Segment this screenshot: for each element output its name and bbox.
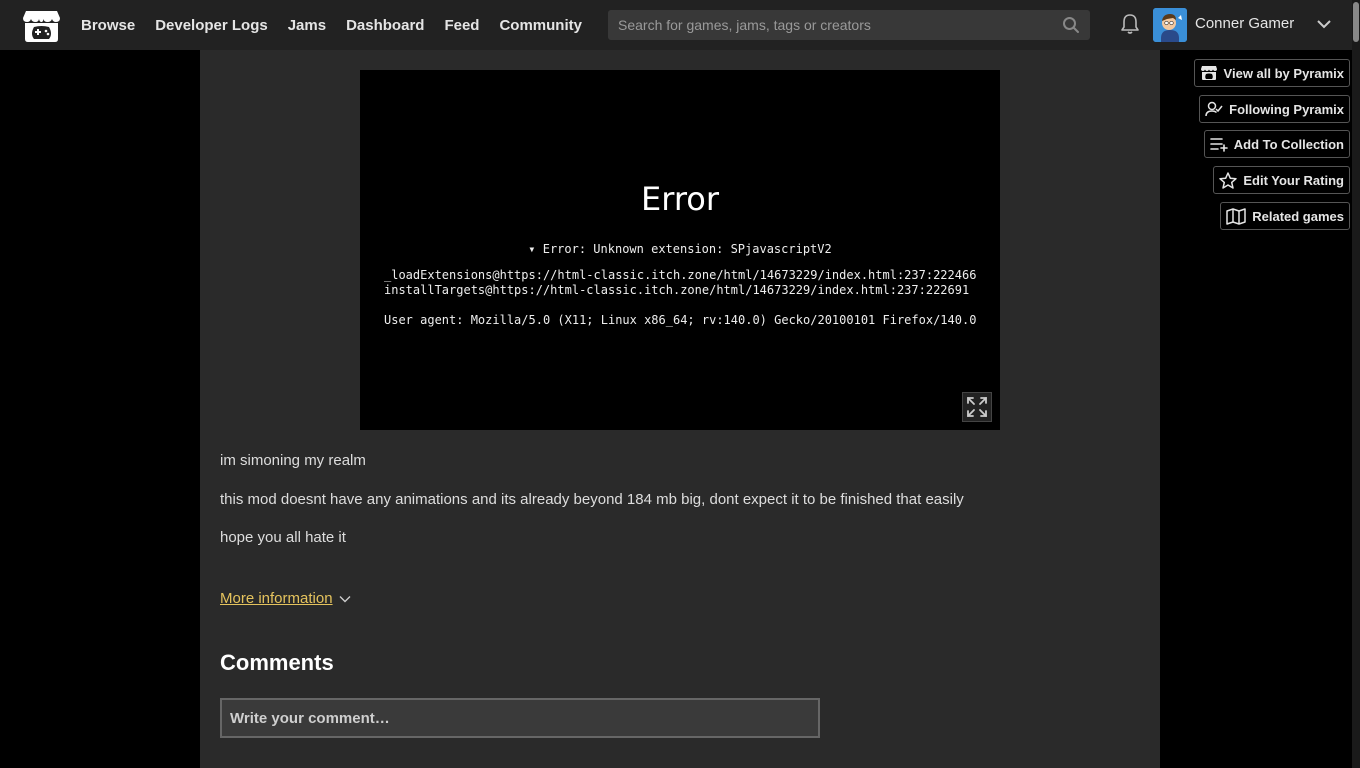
notifications-bell-icon[interactable] (1120, 13, 1140, 35)
fullscreen-button[interactable] (962, 392, 992, 422)
error-title: Error (641, 180, 719, 218)
search-icon[interactable] (1062, 16, 1080, 34)
related-games-button[interactable]: Related games (1220, 202, 1350, 230)
nav-developer-logs[interactable]: Developer Logs (155, 17, 268, 34)
game-embed-frame[interactable]: Error ▾ Error: Unknown extension: SPjava… (360, 70, 1000, 430)
playlist-add-icon (1209, 138, 1228, 152)
following-author-button[interactable]: Following Pyramix (1199, 95, 1350, 123)
nav-community[interactable]: Community (499, 17, 582, 34)
user-check-icon (1205, 101, 1223, 117)
following-author-label: Following Pyramix (1229, 101, 1344, 117)
edit-rating-label: Edit Your Rating (1243, 172, 1344, 188)
itchio-logo-icon[interactable] (22, 8, 61, 43)
avatar-image (1153, 8, 1187, 42)
search-input[interactable] (608, 17, 1062, 33)
fullscreen-icon (967, 397, 987, 417)
add-to-collection-button[interactable]: Add To Collection (1203, 130, 1350, 158)
main-content: Error ▾ Error: Unknown extension: SPjava… (200, 50, 1160, 768)
nav-jams[interactable]: Jams (288, 17, 326, 34)
star-icon (1219, 171, 1238, 189)
stack-line: _loadExtensions@https://html-classic.itc… (384, 268, 977, 282)
error-stack-trace: _loadExtensions@https://html-classic.itc… (384, 268, 976, 298)
username[interactable]: Conner Gamer (1195, 15, 1294, 32)
map-icon (1226, 207, 1246, 225)
more-information-toggle[interactable]: More information (220, 590, 351, 607)
nav-browse[interactable]: Browse (81, 17, 135, 34)
search-bar (608, 10, 1090, 40)
view-all-by-author-label: View all by Pyramix (1223, 65, 1344, 81)
nav-feed[interactable]: Feed (444, 17, 479, 34)
stack-line: installTargets@https://html-classic.itch… (384, 283, 970, 297)
edit-rating-button[interactable]: Edit Your Rating (1213, 166, 1350, 194)
chevron-down-icon[interactable] (1315, 16, 1333, 32)
nav-dashboard[interactable]: Dashboard (346, 17, 424, 34)
error-user-agent: User agent: Mozilla/5.0 (X11; Linux x86_… (384, 313, 977, 327)
top-header: Browse Developer Logs Jams Dashboard Fee… (0, 0, 1360, 50)
main-nav: Browse Developer Logs Jams Dashboard Fee… (81, 0, 582, 50)
user-avatar[interactable] (1153, 8, 1187, 42)
comment-input[interactable] (220, 698, 820, 738)
description-line: this mod doesnt have any animations and … (220, 491, 964, 508)
description-line: im simoning my realm (220, 452, 366, 469)
itchio-store-icon (1200, 66, 1217, 80)
view-all-by-author-button[interactable]: View all by Pyramix (1193, 59, 1350, 87)
comments-heading: Comments (220, 650, 334, 675)
page-scrollbar[interactable] (1352, 0, 1360, 768)
chevron-down-icon (339, 595, 351, 602)
related-games-label: Related games (1252, 208, 1344, 224)
scrollbar-thumb[interactable] (1353, 2, 1359, 42)
error-summary-toggle[interactable]: ▾ Error: Unknown extension: SPjavascript… (360, 242, 1000, 256)
more-information-label: More information (220, 590, 333, 607)
description-line: hope you all hate it (220, 529, 346, 546)
add-to-collection-label: Add To Collection (1233, 136, 1344, 152)
